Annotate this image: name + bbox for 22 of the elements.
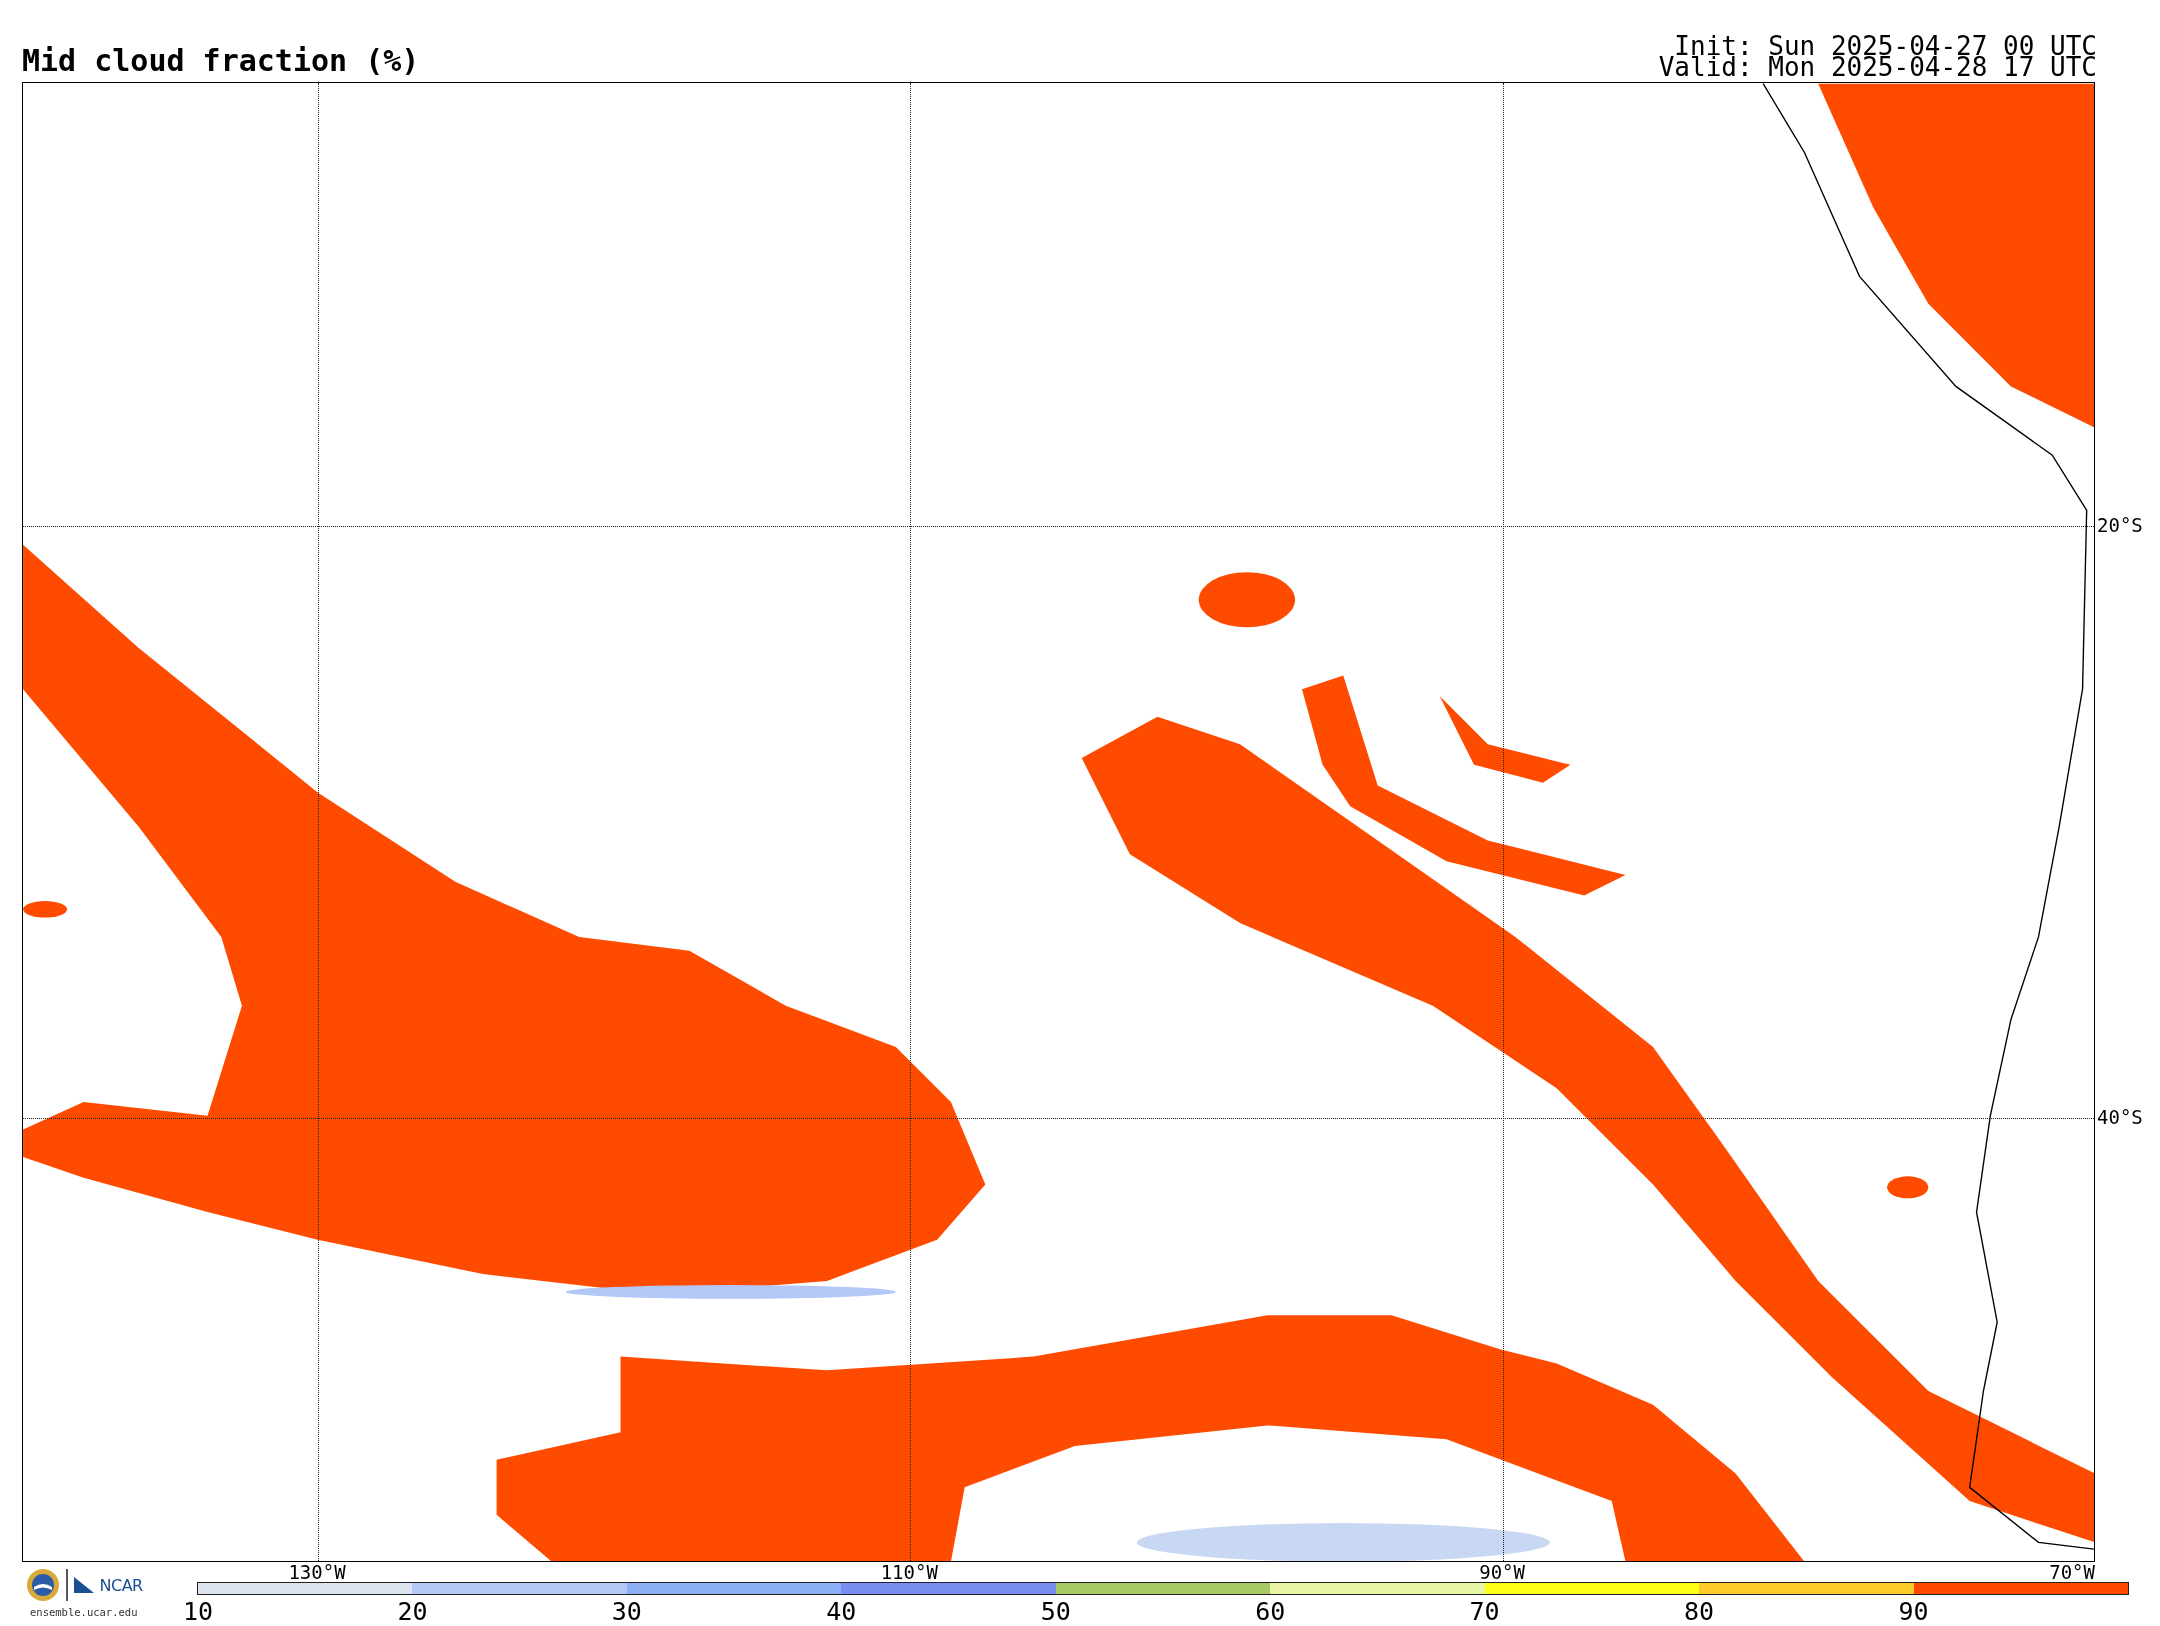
- scale-tick-label: 50: [1040, 1598, 1071, 1626]
- seal-logo: [26, 1568, 60, 1602]
- longitude-label: 70°W: [2049, 1562, 2095, 1582]
- latitude-label: 20°S: [2096, 514, 2143, 535]
- scale-tick-label: 90: [1898, 1598, 1929, 1626]
- valid-time: Valid: Mon 2025-04-28 17 UTC: [1658, 57, 2097, 78]
- scale-tick-label: 80: [1684, 1598, 1715, 1626]
- scale-tick-label: 70: [1469, 1598, 1500, 1626]
- chart-title: Mid cloud fraction (%): [22, 46, 420, 80]
- longitude-label: 130°W: [288, 1562, 346, 1582]
- site-address: ensemble.ucar.edu: [30, 1606, 138, 1618]
- longitude-label: 90°W: [1479, 1562, 1525, 1582]
- logo-name: NCAR: [99, 1575, 143, 1595]
- longitude-label: 110°W: [880, 1562, 938, 1582]
- latitude-label: 40°S: [2096, 1106, 2143, 1127]
- scale-tick-label: 10: [182, 1598, 214, 1626]
- scale-tick-label: 30: [611, 1598, 642, 1626]
- init-time: Init: Sun 2025-04-27 00 UTC: [1674, 36, 2097, 57]
- scale-tick-label: 40: [826, 1598, 857, 1626]
- scale-tick-label: 60: [1255, 1598, 1286, 1626]
- triangle-icon: [73, 1577, 94, 1593]
- scale-tick-label: 20: [397, 1598, 428, 1626]
